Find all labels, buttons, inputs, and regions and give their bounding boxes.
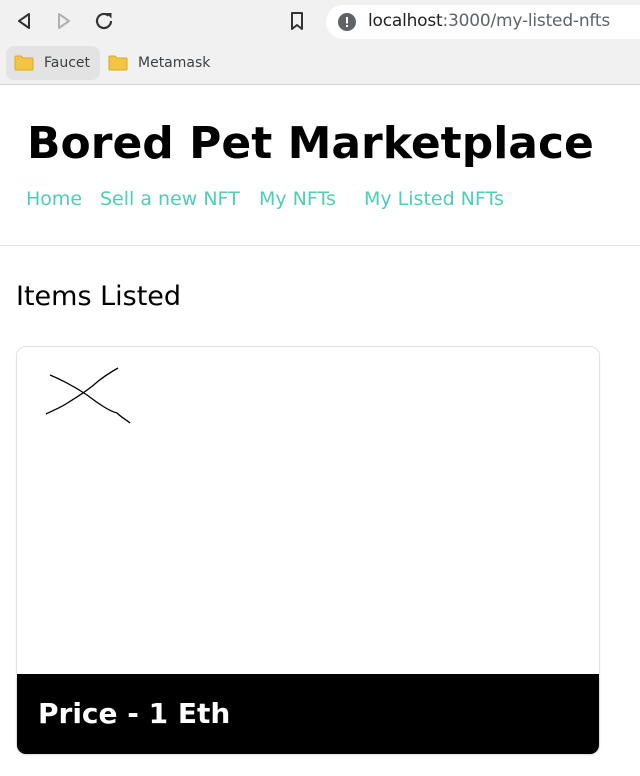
folder-icon	[108, 55, 128, 71]
url-text: localhost:3000/my-listed-nfts	[368, 11, 610, 31]
address-bar[interactable]: localhost:3000/my-listed-nfts	[326, 5, 640, 39]
card-footer: Price - 1 Eth	[17, 674, 599, 754]
folder-icon	[14, 55, 34, 71]
url-host: localhost	[368, 11, 443, 31]
main-nav: Home Sell a new NFT My NFTs My Listed NF…	[0, 188, 640, 218]
reload-icon	[95, 12, 113, 30]
nav-home-link[interactable]: Home	[26, 188, 82, 210]
nav-sell-link[interactable]: Sell a new NFT	[100, 188, 240, 210]
nav-my-listed-nfts-link[interactable]: My Listed NFTs	[364, 188, 504, 210]
forward-button[interactable]	[52, 9, 76, 33]
bookmarks-bar: Faucet Metamask	[0, 42, 640, 85]
price-label: Price - 1 Eth	[38, 697, 231, 730]
site-header: Bored Pet Marketplace Home Sell a new NF…	[0, 85, 640, 246]
bookmark-faucet[interactable]: Faucet	[6, 46, 100, 80]
url-path: :3000/my-listed-nfts	[442, 11, 611, 31]
nft-card[interactable]: Price - 1 Eth	[16, 346, 600, 755]
browser-toolbar: localhost:3000/my-listed-nfts	[0, 0, 640, 42]
reload-button[interactable]	[92, 9, 116, 33]
site-info-icon[interactable]	[338, 13, 356, 31]
section-title: Items Listed	[16, 281, 182, 312]
bookmark-metamask[interactable]: Metamask	[100, 46, 218, 80]
bookmark-label: Faucet	[44, 55, 91, 71]
nav-my-nfts-link[interactable]: My NFTs	[259, 188, 336, 210]
site-title: Bored Pet Marketplace	[27, 118, 594, 169]
forward-arrow-icon	[58, 13, 70, 29]
bookmark-button[interactable]	[285, 9, 309, 33]
bookmark-label: Metamask	[138, 55, 211, 71]
bookmark-icon	[291, 12, 303, 30]
nft-image	[45, 367, 131, 424]
back-button[interactable]	[12, 9, 36, 33]
back-arrow-icon	[18, 13, 30, 29]
